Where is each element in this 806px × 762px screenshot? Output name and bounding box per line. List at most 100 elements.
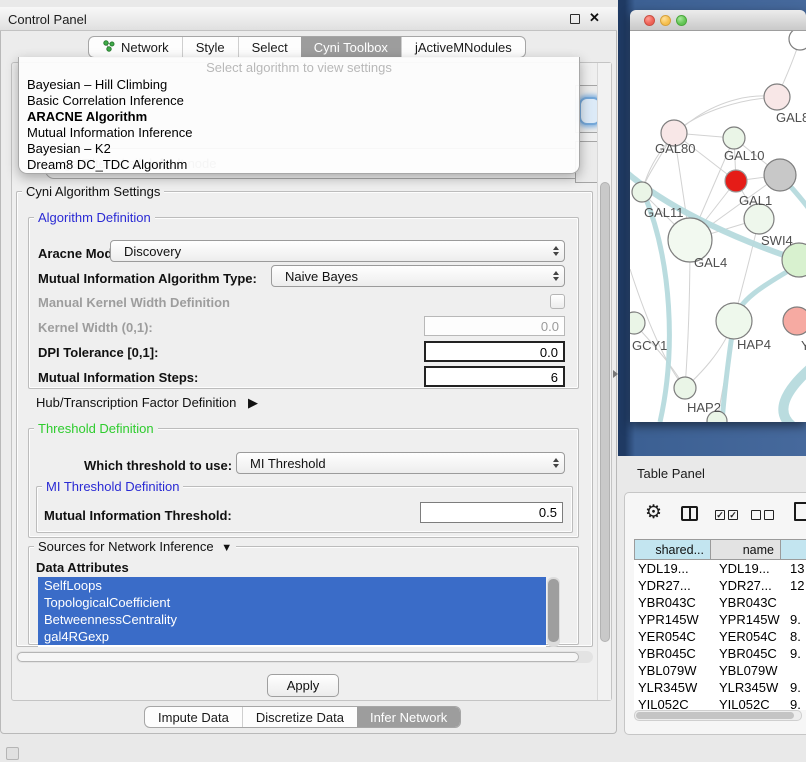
dropdown-item[interactable]: Bayesian – Hill Climbing — [19, 77, 579, 93]
kernel-width-field[interactable]: 0.0 — [424, 316, 565, 336]
node-label: GAL1 — [739, 193, 772, 208]
control-panel-tabbar: Network Style Select Cyni Toolbox jActiv… — [88, 36, 526, 58]
algorithm-dropdown-popup: Select algorithm to view settings Bayesi… — [18, 57, 580, 174]
zoom-window-icon[interactable] — [676, 15, 687, 26]
close-icon[interactable]: ✕ — [589, 10, 600, 26]
mi-algorithm-type-combo[interactable]: Naive Bayes — [271, 265, 565, 287]
table-row[interactable]: YBR045C YBR045C 9. — [634, 645, 806, 662]
table-row[interactable]: YIL052C YIL052C 9. — [634, 696, 806, 710]
table-row[interactable]: YDL19... YDL19... 13 — [634, 560, 806, 577]
list-item[interactable]: gal4RGexp — [38, 628, 546, 645]
apply-button[interactable]: Apply — [267, 674, 339, 697]
dropdown-item[interactable]: Bayesian – K2 — [19, 141, 579, 157]
tab-impute-data[interactable]: Impute Data — [145, 707, 242, 727]
network-icon — [102, 39, 115, 55]
gear-icon[interactable]: ⚙ — [645, 501, 662, 524]
expander-right-arrow-icon: ▶ — [248, 395, 258, 410]
node-label: GAL4 — [694, 255, 727, 270]
mi-threshold-definition-title: MI Threshold Definition — [42, 479, 183, 494]
node-label: HAP4 — [737, 337, 771, 352]
node-partial-top[interactable] — [789, 31, 806, 50]
tab-jactivemnodules[interactable]: jActiveMNodules — [401, 37, 525, 57]
mi-threshold-field[interactable]: 0.5 — [420, 502, 563, 523]
dropdown-item[interactable]: Mutual Information Inference — [19, 125, 579, 141]
data-attributes-label: Data Attributes — [36, 560, 129, 575]
bottom-tabbar: Impute Data Discretize Data Infer Networ… — [144, 706, 461, 728]
node-gcy1[interactable] — [630, 312, 645, 334]
node-hap4[interactable] — [716, 303, 752, 339]
node-label: GAL8 — [776, 110, 806, 125]
tab-discretize-data[interactable]: Discretize Data — [242, 707, 357, 727]
minimize-window-icon[interactable] — [660, 15, 671, 26]
dropdown-item-selected[interactable]: ARACNE Algorithm — [19, 109, 579, 125]
tab-select[interactable]: Select — [238, 37, 301, 57]
table-row[interactable]: YDR27... YDR27... 12 — [634, 577, 806, 594]
dropdown-placeholder: Select algorithm to view settings — [19, 57, 579, 77]
control-panel-title: Control Panel — [8, 12, 87, 27]
which-threshold-combo[interactable]: MI Threshold — [236, 452, 565, 474]
sources-group-title[interactable]: Sources for Network Inference ▼ — [34, 539, 236, 554]
network-window: GAL8 GAL80 GAL10 GAL1 GAL11 SWI4 GAL4 GC… — [630, 10, 806, 422]
dpi-tolerance-field[interactable]: 0.0 — [424, 341, 565, 362]
cyni-algorithm-settings-title: Cyni Algorithm Settings — [22, 184, 164, 199]
list-item[interactable]: SelfLoops — [38, 577, 546, 594]
collapsed-panel-icon[interactable] — [6, 747, 19, 760]
aracne-mode-combo[interactable]: Discovery — [110, 240, 565, 262]
table-panel: ⚙ ✓ ✓ shared... name A YDL19... YDL19...… — [624, 492, 806, 735]
node-label: GAL80 — [655, 141, 695, 156]
tab-cyni-toolbox[interactable]: Cyni Toolbox — [301, 37, 401, 57]
table-horizontal-scrollbar-thumb[interactable] — [636, 712, 794, 719]
screen: Control Panel ✕ Network Style Select Cyn… — [0, 0, 806, 762]
checked-checkbox-icon[interactable]: ✓ — [715, 510, 725, 520]
node-swi4-neighbor[interactable] — [744, 204, 774, 234]
column-header-partial[interactable]: A — [781, 539, 806, 560]
column-header-name[interactable]: name — [711, 539, 781, 560]
tab-infer-network[interactable]: Infer Network — [357, 707, 460, 727]
tab-style[interactable]: Style — [182, 37, 238, 57]
node-label: GAL10 — [724, 148, 764, 163]
unchecked-checkbox-icon[interactable] — [764, 510, 774, 520]
checked-checkbox-icon[interactable]: ✓ — [728, 510, 738, 520]
tab-network-label: Network — [121, 40, 169, 55]
table-row[interactable]: YBL079W YBL079W — [634, 662, 806, 679]
node-y[interactable] — [783, 307, 806, 335]
float-panel-icon[interactable] — [570, 14, 580, 24]
dropdown-item[interactable]: Basic Correlation Inference — [19, 93, 579, 109]
dropdown-item[interactable]: Dream8 DC_TDC Algorithm — [19, 157, 579, 173]
node-gal11[interactable] — [632, 182, 652, 202]
node-label: GAL11 — [644, 205, 684, 220]
table-row[interactable]: YER054C YER054C 8. — [634, 628, 806, 645]
tab-network[interactable]: Network — [89, 37, 182, 57]
hub-definition-expander[interactable]: Hub/Transcription Factor Definition ▶ — [36, 395, 258, 411]
mi-steps-field[interactable]: 6 — [424, 366, 565, 387]
columns-icon[interactable] — [681, 506, 698, 521]
network-window-titlebar[interactable] — [630, 10, 806, 31]
network-canvas[interactable]: GAL8 GAL80 GAL10 GAL1 GAL11 SWI4 GAL4 GC… — [630, 31, 806, 422]
node-gal10[interactable] — [723, 127, 745, 149]
table-row[interactable]: YBR043C YBR043C — [634, 594, 806, 611]
list-item[interactable]: BetweennessCentrality — [38, 611, 546, 628]
close-window-icon[interactable] — [644, 15, 655, 26]
node-gal1-selected[interactable] — [725, 170, 747, 192]
manual-kernel-width-checkbox[interactable] — [550, 294, 565, 309]
unchecked-checkbox-icon[interactable] — [751, 510, 761, 520]
table-row[interactable]: YLR345W YLR345W 9. — [634, 679, 806, 696]
list-item[interactable]: TopologicalCoefficient — [38, 594, 546, 611]
node-gray[interactable] — [764, 159, 796, 191]
combo-stepper-icon — [548, 458, 564, 468]
attributes-list-scrollbar-thumb[interactable] — [548, 579, 559, 642]
table-row[interactable]: YPR145W YPR145W 9. — [634, 611, 806, 628]
settings-horizontal-scrollbar-thumb[interactable] — [17, 652, 579, 662]
node-gal8[interactable] — [764, 84, 790, 110]
mi-threshold-label: Mutual Information Threshold: — [44, 508, 232, 523]
network-graph — [630, 31, 806, 422]
page-icon[interactable] — [794, 502, 806, 521]
column-header-shared-name[interactable]: shared... — [634, 539, 711, 560]
manual-kernel-width-label: Manual Kernel Width Definition — [38, 295, 230, 310]
table-panel-title: Table Panel — [637, 466, 705, 481]
settings-vertical-scrollbar-thumb[interactable] — [600, 182, 610, 642]
node-label: HAP2 — [687, 400, 721, 415]
combo-stepper-icon — [548, 246, 564, 256]
node-hap2[interactable] — [674, 377, 696, 399]
table-header-row: shared... name A — [634, 539, 806, 560]
